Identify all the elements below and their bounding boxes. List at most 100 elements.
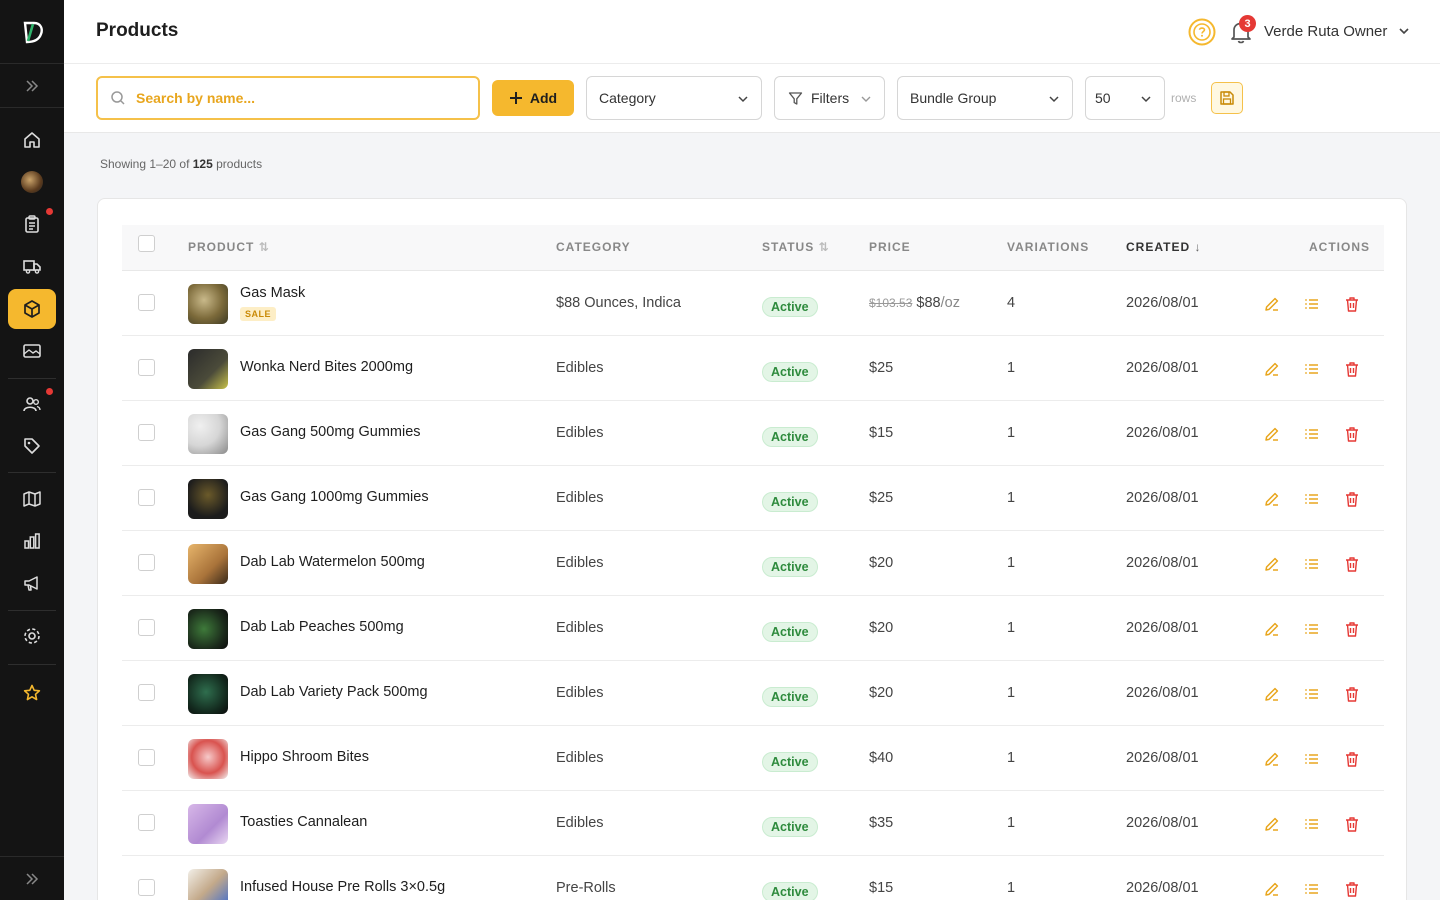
row-checkbox[interactable] bbox=[138, 684, 155, 701]
sidebar-item-orders[interactable] bbox=[8, 204, 56, 244]
product-thumbnail[interactable] bbox=[188, 674, 228, 714]
sidebar-item-maps[interactable] bbox=[8, 479, 56, 519]
product-thumbnail[interactable] bbox=[188, 609, 228, 649]
list-icon[interactable] bbox=[1303, 490, 1321, 508]
sidebar-item-analytics[interactable] bbox=[8, 521, 56, 561]
product-thumbnail[interactable] bbox=[188, 414, 228, 454]
sidebar-item-customers[interactable] bbox=[8, 384, 56, 424]
trash-icon[interactable] bbox=[1343, 750, 1361, 768]
sidebar-item-media[interactable] bbox=[8, 331, 56, 371]
product-name[interactable]: Dab Lab Watermelon 500mg bbox=[240, 554, 425, 570]
edit-icon[interactable] bbox=[1263, 555, 1281, 573]
trash-icon[interactable] bbox=[1343, 295, 1361, 313]
column-header-created[interactable]: CREATED ↓ bbox=[1126, 240, 1201, 254]
select-all-checkbox[interactable] bbox=[138, 235, 155, 252]
sidebar-item-settings[interactable] bbox=[8, 616, 56, 656]
product-thumbnail[interactable] bbox=[188, 349, 228, 389]
table-row[interactable]: Hippo Shroom Bites Edibles Active $40 1 2026/… bbox=[122, 726, 1384, 791]
table-row[interactable]: Infused House Pre Rolls 3×0.5g Pre-Rolls A… bbox=[122, 856, 1384, 900]
product-thumbnail[interactable] bbox=[188, 479, 228, 519]
list-icon[interactable] bbox=[1303, 295, 1321, 313]
product-name[interactable]: Gas Gang 500mg Gummies bbox=[240, 424, 421, 440]
list-icon[interactable] bbox=[1303, 555, 1321, 573]
help-icon[interactable] bbox=[1187, 17, 1217, 47]
edit-icon[interactable] bbox=[1263, 685, 1281, 703]
sidebar-item-products[interactable] bbox=[8, 289, 56, 329]
table-row[interactable]: Dab Lab Watermelon 500mg Edibles Active $20… bbox=[122, 531, 1384, 596]
table-row[interactable]: Toasties Cannalean Edibles Active $35 1 2026/… bbox=[122, 791, 1384, 856]
row-checkbox[interactable] bbox=[138, 879, 155, 896]
edit-icon[interactable] bbox=[1263, 295, 1281, 313]
edit-icon[interactable] bbox=[1263, 425, 1281, 443]
product-thumbnail[interactable] bbox=[188, 739, 228, 779]
column-header-status[interactable]: STATUS ⇅ bbox=[762, 240, 830, 254]
list-icon[interactable] bbox=[1303, 425, 1321, 443]
edit-icon[interactable] bbox=[1263, 620, 1281, 638]
row-checkbox[interactable] bbox=[138, 814, 155, 831]
logo-icon[interactable] bbox=[0, 0, 64, 64]
edit-icon[interactable] bbox=[1263, 490, 1281, 508]
product-name[interactable]: Hippo Shroom Bites bbox=[240, 749, 369, 765]
row-checkbox[interactable] bbox=[138, 554, 155, 571]
product-thumbnail[interactable] bbox=[188, 544, 228, 584]
trash-icon[interactable] bbox=[1343, 555, 1361, 573]
list-icon[interactable] bbox=[1303, 880, 1321, 898]
sidebar-item-favorites[interactable] bbox=[8, 673, 56, 713]
edit-icon[interactable] bbox=[1263, 750, 1281, 768]
list-icon[interactable] bbox=[1303, 360, 1321, 378]
table-row[interactable]: Gas Gang 500mg Gummies Edibles Active $15 1 2… bbox=[122, 401, 1384, 466]
product-name[interactable]: Dab Lab Variety Pack 500mg bbox=[240, 684, 428, 700]
category-select[interactable]: Category bbox=[586, 76, 762, 120]
sidebar-item-discounts[interactable] bbox=[8, 426, 56, 466]
column-header-product[interactable]: PRODUCT ⇅ bbox=[188, 240, 270, 254]
edit-icon[interactable] bbox=[1263, 880, 1281, 898]
row-checkbox[interactable] bbox=[138, 489, 155, 506]
save-button[interactable] bbox=[1211, 82, 1243, 114]
sidebar-item-home[interactable] bbox=[8, 120, 56, 160]
trash-icon[interactable] bbox=[1343, 425, 1361, 443]
table-row[interactable]: Wonka Nerd Bites 2000mg Edibles Active $25 1… bbox=[122, 336, 1384, 401]
sidebar-item-delivery[interactable] bbox=[8, 246, 56, 286]
edit-icon[interactable] bbox=[1263, 360, 1281, 378]
product-name[interactable]: Toasties Cannalean bbox=[240, 814, 367, 830]
table-row[interactable]: Gas Gang 1000mg Gummies Edibles Active $25 1… bbox=[122, 466, 1384, 531]
chevron-down-icon[interactable] bbox=[1398, 25, 1410, 37]
table-row[interactable]: Gas Mask SALE $88 Ounces, Indica Active $103… bbox=[122, 271, 1384, 336]
bundle-group-select[interactable]: Bundle Group bbox=[897, 76, 1073, 120]
product-thumbnail[interactable] bbox=[188, 284, 228, 324]
trash-icon[interactable] bbox=[1343, 685, 1361, 703]
user-menu[interactable]: Verde Ruta Owner bbox=[1264, 23, 1387, 40]
sidebar-item-marketing[interactable] bbox=[8, 563, 56, 603]
product-name[interactable]: Dab Lab Peaches 500mg bbox=[240, 619, 404, 635]
sidebar-collapse-icon[interactable] bbox=[0, 856, 64, 900]
row-checkbox[interactable] bbox=[138, 359, 155, 376]
row-checkbox[interactable] bbox=[138, 424, 155, 441]
row-checkbox[interactable] bbox=[138, 749, 155, 766]
trash-icon[interactable] bbox=[1343, 620, 1361, 638]
trash-icon[interactable] bbox=[1343, 490, 1361, 508]
trash-icon[interactable] bbox=[1343, 815, 1361, 833]
table-row[interactable]: Dab Lab Peaches 500mg Edibles Active $20 1 20… bbox=[122, 596, 1384, 661]
trash-icon[interactable] bbox=[1343, 880, 1361, 898]
sidebar-expand-icon[interactable] bbox=[0, 64, 64, 108]
rows-per-page-select[interactable]: 50 bbox=[1085, 76, 1165, 120]
sidebar-item-profile[interactable] bbox=[8, 162, 56, 202]
product-name[interactable]: Wonka Nerd Bites 2000mg bbox=[240, 359, 413, 375]
list-icon[interactable] bbox=[1303, 815, 1321, 833]
row-checkbox[interactable] bbox=[138, 619, 155, 636]
product-name[interactable]: Gas Gang 1000mg Gummies bbox=[240, 489, 429, 505]
search-box[interactable] bbox=[96, 76, 480, 120]
row-checkbox[interactable] bbox=[138, 294, 155, 311]
search-input[interactable] bbox=[136, 86, 466, 110]
add-button[interactable]: Add bbox=[492, 80, 574, 116]
list-icon[interactable] bbox=[1303, 750, 1321, 768]
product-name[interactable]: Infused House Pre Rolls 3×0.5g bbox=[240, 879, 445, 895]
product-thumbnail[interactable] bbox=[188, 869, 228, 900]
list-icon[interactable] bbox=[1303, 685, 1321, 703]
list-icon[interactable] bbox=[1303, 620, 1321, 638]
edit-icon[interactable] bbox=[1263, 815, 1281, 833]
table-row[interactable]: Dab Lab Variety Pack 500mg Edibles Active $… bbox=[122, 661, 1384, 726]
trash-icon[interactable] bbox=[1343, 360, 1361, 378]
product-name[interactable]: Gas Mask bbox=[240, 285, 305, 301]
filters-button[interactable]: Filters bbox=[774, 76, 885, 120]
